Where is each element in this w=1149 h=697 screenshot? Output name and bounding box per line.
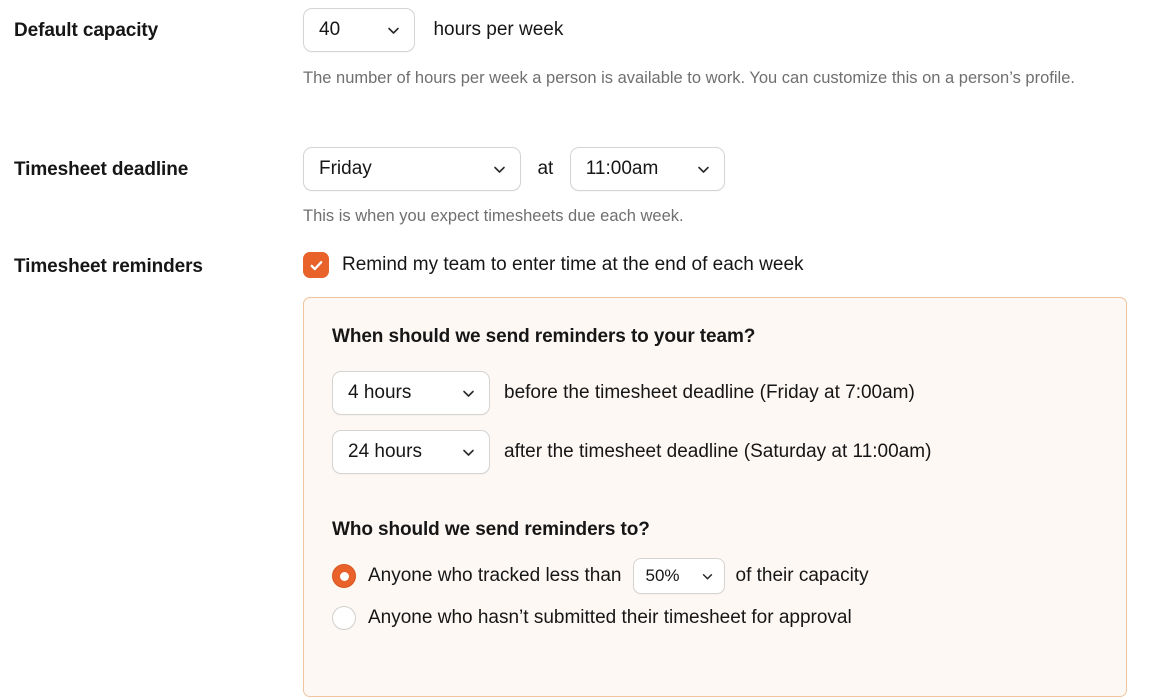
when-send-reminders-heading: When should we send reminders to your te… bbox=[332, 326, 756, 347]
capacity-percent-value: 50% bbox=[645, 566, 680, 585]
reminder-after-text: after the timesheet deadline (Saturday a… bbox=[504, 441, 932, 462]
reminders-checkbox-line[interactable]: Remind my team to enter time at the end … bbox=[303, 252, 804, 278]
check-icon bbox=[310, 260, 322, 270]
radio-tracked-capacity-text-after: of their capacity bbox=[735, 565, 869, 586]
reminder-before-select[interactable]: 4 hours bbox=[332, 371, 490, 415]
chevron-down-icon bbox=[491, 161, 508, 178]
chevron-down-icon bbox=[460, 385, 477, 402]
timesheet-reminders-label: Timesheet reminders bbox=[14, 256, 203, 277]
chevron-down-icon bbox=[700, 569, 715, 584]
reminder-after-select[interactable]: 24 hours bbox=[332, 430, 490, 474]
reminder-settings-panel: When should we send reminders to your te… bbox=[303, 297, 1127, 697]
timesheet-deadline-control: Friday at 11:00am bbox=[303, 147, 725, 191]
reminder-before-text: before the timesheet deadline (Friday at… bbox=[504, 382, 915, 403]
default-capacity-select[interactable]: 40 bbox=[303, 8, 415, 52]
timesheet-deadline-help-text: This is when you expect timesheets due e… bbox=[303, 207, 684, 225]
default-capacity-suffix: hours per week bbox=[433, 19, 564, 40]
reminder-before-row: 4 hours before the timesheet deadline (F… bbox=[332, 371, 1126, 415]
chevron-down-icon bbox=[385, 22, 402, 39]
default-capacity-help-text: The number of hours per week a person is… bbox=[303, 69, 1075, 87]
capacity-percent-select[interactable]: 50% bbox=[632, 558, 725, 594]
default-capacity-control: 40 hours per week bbox=[303, 8, 563, 52]
deadline-time-value: 11:00am bbox=[585, 158, 659, 179]
reminder-after-row: 24 hours after the timesheet deadline (S… bbox=[332, 430, 1126, 474]
reminder-before-value: 4 hours bbox=[348, 382, 412, 403]
deadline-day-select[interactable]: Friday bbox=[303, 147, 521, 191]
deadline-time-select[interactable]: 11:00am bbox=[569, 147, 725, 191]
reminders-checkbox-label[interactable]: Remind my team to enter time at the end … bbox=[342, 254, 804, 276]
chevron-down-icon bbox=[695, 161, 712, 178]
who-send-reminders-heading: Who should we send reminders to? bbox=[332, 519, 650, 540]
radio-tracked-capacity-text-before[interactable]: Anyone who tracked less than bbox=[368, 565, 622, 587]
deadline-day-value: Friday bbox=[319, 158, 372, 179]
radio-tracked-capacity[interactable] bbox=[332, 564, 356, 588]
deadline-conjunction: at bbox=[537, 158, 554, 179]
radio-not-submitted[interactable] bbox=[332, 606, 356, 630]
chevron-down-icon bbox=[460, 444, 477, 461]
timesheet-settings-form: Default capacity 40 hours per week The n… bbox=[0, 0, 1149, 697]
reminders-checkbox[interactable] bbox=[303, 252, 329, 278]
radio-option-not-submitted[interactable]: Anyone who hasn’t submitted their timesh… bbox=[332, 606, 1126, 630]
default-capacity-value: 40 bbox=[319, 19, 341, 40]
reminder-after-value: 24 hours bbox=[348, 441, 422, 462]
default-capacity-label: Default capacity bbox=[14, 20, 159, 41]
timesheet-deadline-label: Timesheet deadline bbox=[14, 159, 189, 180]
radio-option-tracked-capacity[interactable]: Anyone who tracked less than 50% of thei… bbox=[332, 558, 1126, 594]
radio-not-submitted-text[interactable]: Anyone who hasn’t submitted their timesh… bbox=[368, 607, 852, 629]
